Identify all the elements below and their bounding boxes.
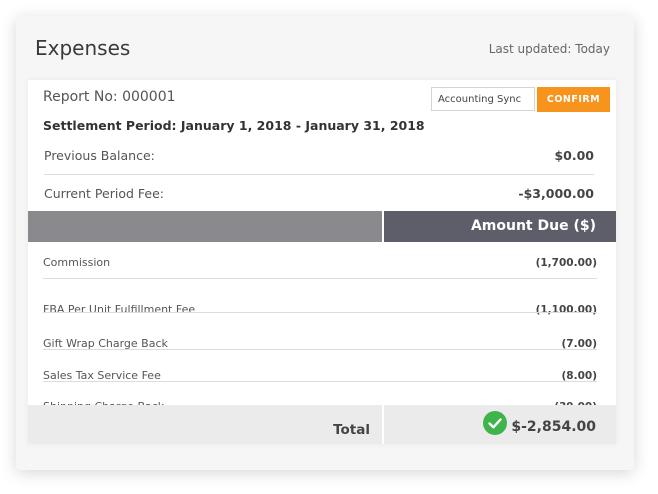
item-value: (8.00) [561, 370, 597, 382]
row-divider [43, 312, 597, 313]
table-row: Commission (1,700.00) [43, 247, 597, 279]
table-row: Sales Tax Service Fee (8.00) [43, 360, 597, 392]
report-panel: Report No: 000001 Settlement Period: Jan… [28, 80, 616, 444]
expenses-card: Expenses Last updated: Today Report No: … [16, 16, 634, 470]
total-label-cell: Total [28, 405, 382, 444]
card-title: Expenses [35, 36, 131, 60]
table-header: Amount Due ($) [28, 211, 616, 242]
item-label: FBA Per Unit Fulfillment Fee [43, 303, 196, 316]
check-circle-icon [483, 411, 507, 435]
row-divider [43, 278, 597, 279]
total-label: Total [333, 422, 370, 438]
settlement-period: Settlement Period: January 1, 2018 - Jan… [43, 118, 425, 133]
item-label: Commission [43, 256, 111, 269]
amount-due-header: Amount Due ($) [384, 211, 616, 242]
total-value-cell: $-2,854.00 [384, 405, 616, 444]
report-number: Report No: 000001 [43, 89, 176, 105]
item-value: (1,700.00) [535, 257, 597, 269]
previous-balance-value: $0.00 [554, 148, 594, 163]
accounting-sync-field[interactable]: Accounting Sync [431, 87, 535, 111]
current-fee-value: -$3,000.00 [518, 186, 594, 201]
previous-balance-row: Previous Balance: $0.00 [44, 141, 594, 171]
table-row: FBA Per Unit Fulfillment Fee (1,100.00) [43, 294, 597, 326]
total-value: $-2,854.00 [511, 419, 596, 435]
previous-balance-label: Previous Balance: [44, 148, 155, 163]
total-row: Total $-2,854.00 [28, 405, 616, 444]
item-value: (7.00) [561, 338, 597, 350]
item-value: (1,100.00) [535, 304, 597, 316]
table-row: Gift Wrap Charge Back (7.00) [43, 328, 597, 360]
row-divider [43, 349, 597, 350]
confirm-button[interactable]: CONFIRM [537, 87, 610, 112]
table-header-left [28, 211, 382, 242]
current-fee-row: Current Period Fee: -$3,000.00 [44, 179, 594, 209]
summary-divider [44, 174, 594, 175]
current-fee-label: Current Period Fee: [44, 186, 164, 201]
row-divider [43, 381, 597, 382]
last-updated-text: Last updated: Today [488, 42, 610, 56]
